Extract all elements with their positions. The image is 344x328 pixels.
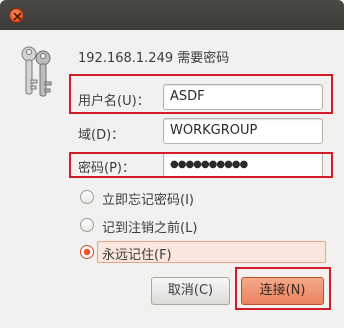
password-field[interactable]: ●●●●●●●●●● bbox=[163, 152, 323, 178]
dialog-heading: 192.168.1.249 需要密码 bbox=[78, 51, 230, 66]
domain-field[interactable]: WORKGROUP bbox=[163, 118, 323, 144]
close-button[interactable] bbox=[9, 8, 24, 23]
radio-label: 永远记住(F) bbox=[102, 248, 172, 263]
connect-button[interactable]: 连接(N) bbox=[241, 277, 324, 305]
password-label: 密码(P)： bbox=[78, 161, 135, 176]
radio-button[interactable] bbox=[80, 190, 94, 204]
username-label: 用户名(U)： bbox=[78, 94, 150, 109]
domain-label: 域(D)： bbox=[78, 128, 125, 143]
radio-button[interactable] bbox=[80, 218, 94, 232]
radio-label: 立即忘记密码(I) bbox=[102, 193, 194, 208]
cancel-button[interactable]: 取消(C) bbox=[151, 277, 230, 305]
password-dialog: 192.168.1.249 需要密码 用户名(U)： ASDF 域(D)： WO… bbox=[0, 0, 344, 328]
radio-button-checked[interactable] bbox=[80, 245, 94, 259]
title-bar bbox=[0, 0, 344, 30]
username-field[interactable]: ASDF bbox=[163, 84, 323, 110]
radio-label: 记到注销之前(L) bbox=[102, 221, 198, 236]
keys-icon bbox=[21, 46, 52, 97]
close-icon bbox=[13, 12, 22, 21]
